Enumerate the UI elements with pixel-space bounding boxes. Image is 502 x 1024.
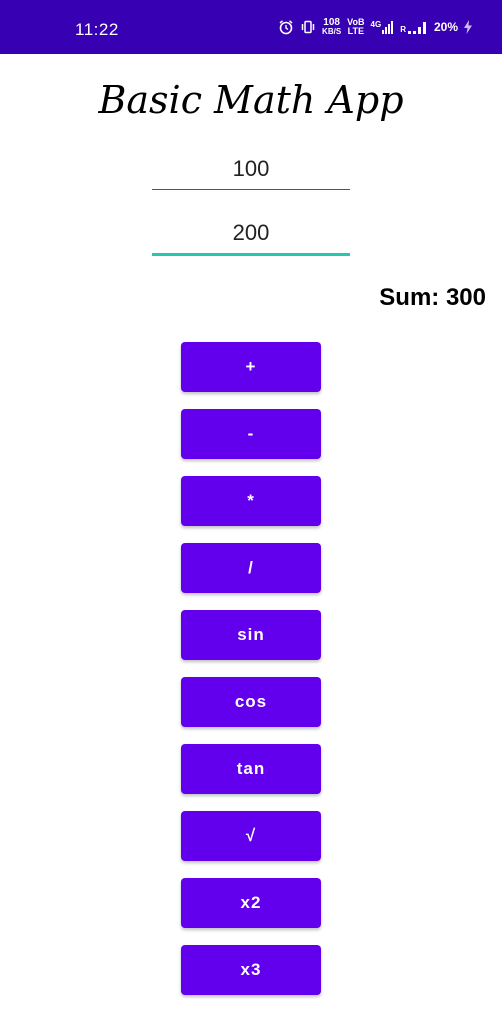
- status-bar: 11:22 108 KB/S VoB LTE 4G R 20%: [0, 0, 502, 54]
- tan-button[interactable]: tan: [181, 744, 321, 794]
- signal-icon: [407, 22, 426, 34]
- sin-button[interactable]: sin: [181, 610, 321, 660]
- result-text: Sum: 300: [379, 284, 486, 311]
- status-time: 11:22: [75, 20, 119, 39]
- cube-button[interactable]: x3: [181, 945, 321, 995]
- app-title: Basic Math App: [98, 78, 404, 122]
- battery-charging-icon: [464, 20, 472, 34]
- sim2-signal: R: [400, 20, 428, 34]
- divide-button[interactable]: /: [181, 543, 321, 593]
- network-type: 4G: [370, 20, 382, 29]
- operation-buttons: + - * / sin cos tan √ x2 x3: [181, 342, 321, 1012]
- status-icons: 108 KB/S VoB LTE 4G R 20%: [278, 14, 472, 40]
- volte-bottom: LTE: [347, 26, 365, 36]
- signal-icon: [382, 21, 394, 34]
- net-speed: 108 KB/S: [322, 18, 341, 36]
- sim1-signal: 4G: [371, 20, 395, 34]
- subtract-button[interactable]: -: [181, 409, 321, 459]
- alarm-icon: [278, 19, 294, 35]
- sim2-label: R: [400, 25, 406, 34]
- volte-indicator: VoB LTE: [347, 18, 364, 36]
- battery-percent: 20%: [433, 20, 458, 34]
- second-number-input[interactable]: [152, 213, 350, 256]
- multiply-button[interactable]: *: [181, 476, 321, 526]
- first-number-input[interactable]: [152, 149, 350, 190]
- vibrate-icon: [300, 19, 316, 35]
- square-button[interactable]: x2: [181, 878, 321, 928]
- sqrt-button[interactable]: √: [181, 811, 321, 861]
- net-speed-unit: KB/S: [322, 27, 342, 36]
- add-button[interactable]: +: [181, 342, 321, 392]
- cos-button[interactable]: cos: [181, 677, 321, 727]
